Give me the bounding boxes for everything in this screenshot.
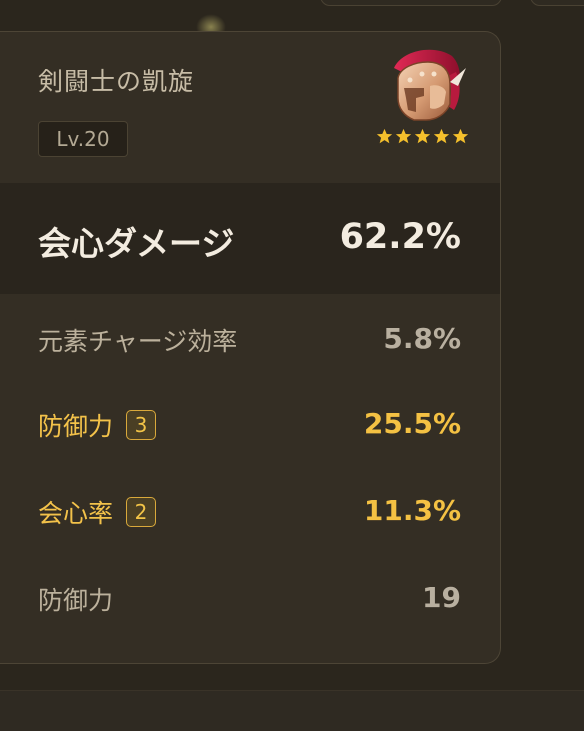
star-icon (433, 128, 450, 144)
artifact-card[interactable]: 剣闘士の凱旋 Lv.20 会心ダメージ 62.2% 元素チャージ効率 5.8% … (0, 31, 501, 664)
substat-name: 会心率 (38, 499, 114, 528)
main-stat-row: 会心ダメージ 62.2% (0, 183, 500, 294)
substat-value: 19 (422, 581, 461, 614)
substat-label: 会心率 2 (38, 494, 157, 530)
artifact-set-name: 剣闘士の凱旋 (38, 67, 195, 96)
substat-row: 元素チャージ効率 5.8% (0, 314, 500, 364)
background-panel-fragment (320, 0, 502, 6)
background-panel-fragment (0, 690, 584, 731)
substat-row: 防御力 3 25.5% (0, 399, 500, 449)
star-icon (452, 128, 469, 144)
substat-value: 25.5% (363, 407, 461, 440)
main-stat-label: 会心ダメージ (38, 224, 235, 263)
gladiator-helmet-icon (394, 49, 466, 121)
background-panel-fragment (530, 0, 584, 6)
substat-row: 会心率 2 11.3% (0, 486, 500, 536)
substat-value: 11.3% (363, 494, 461, 527)
star-icon (414, 128, 431, 144)
star-icon (395, 128, 412, 144)
substat-row: 防御力 19 (0, 573, 500, 623)
star-icon (376, 128, 393, 144)
substat-label: 元素チャージ効率 (38, 322, 237, 358)
substat-name: 元素チャージ効率 (38, 327, 238, 356)
main-stat-value: 62.2% (339, 217, 461, 257)
level-badge: Lv.20 (38, 121, 128, 157)
roll-count-badge: 3 (126, 410, 157, 440)
roll-count-badge: 2 (126, 497, 157, 527)
substat-name: 防御力 (38, 412, 114, 441)
substat-label: 防御力 (38, 581, 113, 617)
substat-value: 5.8% (383, 322, 461, 355)
substat-name: 防御力 (38, 586, 114, 615)
rarity-stars (376, 128, 469, 145)
substat-label: 防御力 3 (38, 407, 157, 443)
